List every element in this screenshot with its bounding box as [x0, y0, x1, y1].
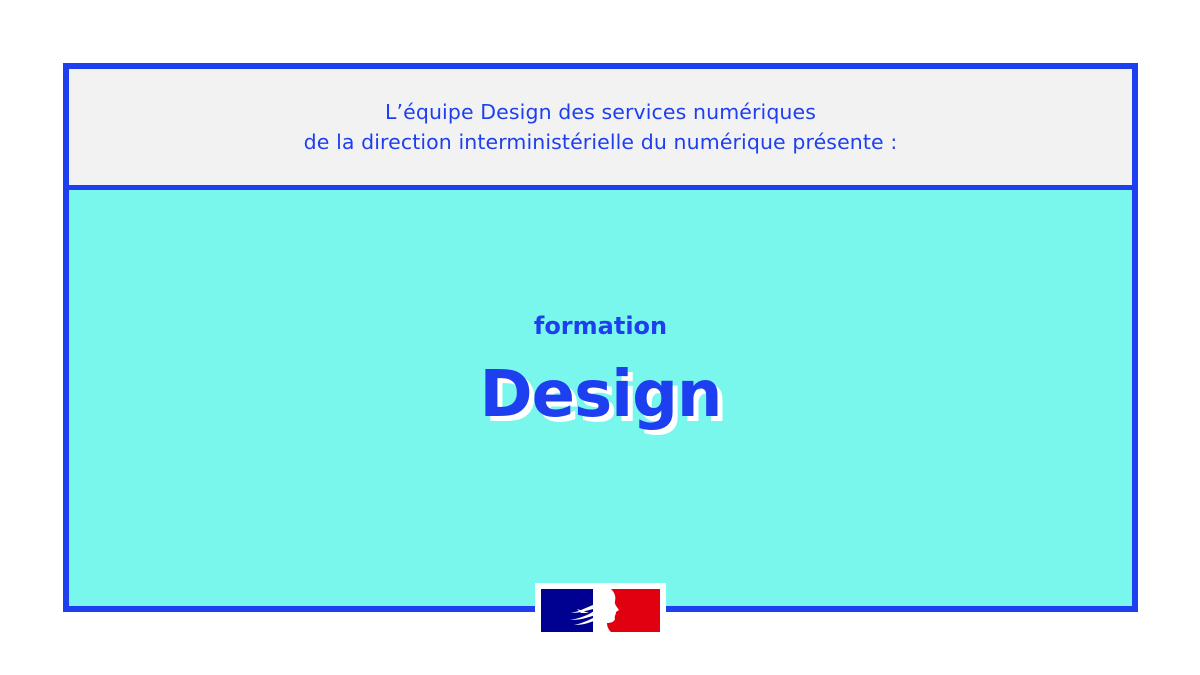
header-line-2: de la direction interministérielle du nu… — [303, 130, 898, 154]
course-title: Design — [479, 358, 723, 432]
header-banner: L’équipe Design des services numériques … — [69, 69, 1132, 190]
poster-frame: L’équipe Design des services numériques … — [63, 63, 1138, 612]
marianne-logo-graphic — [541, 589, 660, 632]
header-line-1: L’équipe Design des services numériques — [384, 100, 817, 124]
course-kicker: formation — [533, 312, 668, 340]
marianne-logo-icon — [535, 583, 666, 638]
